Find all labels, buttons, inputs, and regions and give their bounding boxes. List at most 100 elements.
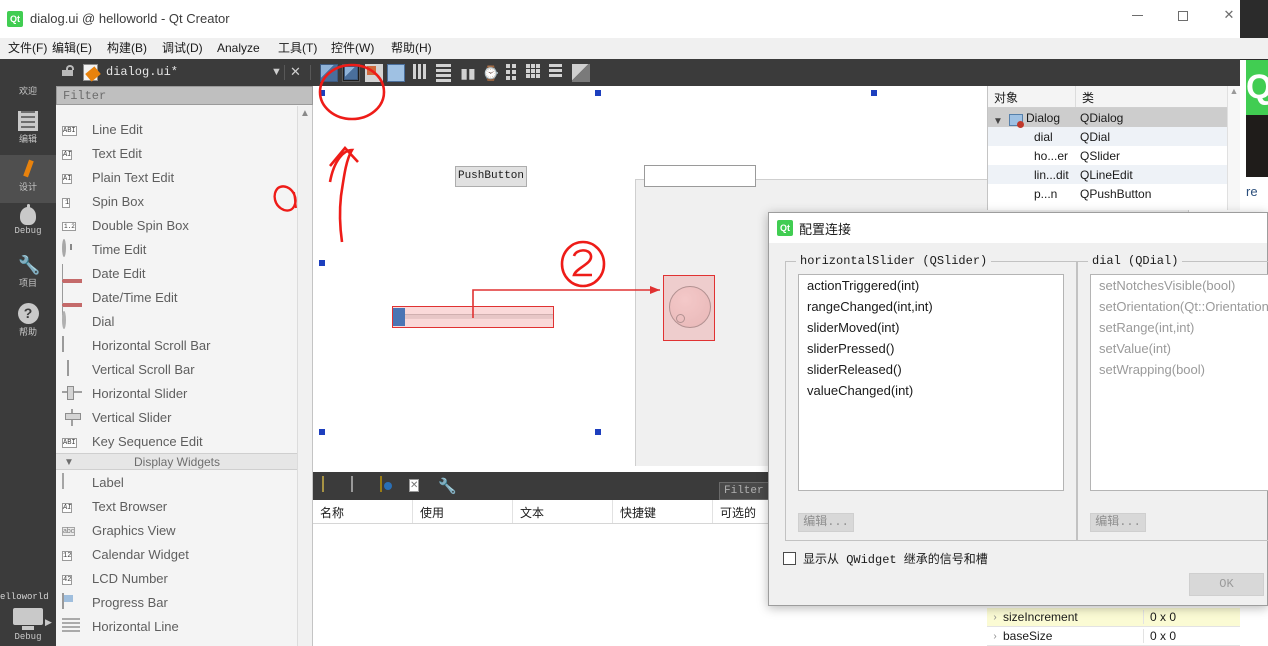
slots-edit-button[interactable]: 编辑... [1090, 513, 1146, 532]
signal-item[interactable]: rangeChanged(int,int) [799, 296, 1063, 317]
selection-handle[interactable] [871, 90, 877, 96]
property-row-basesize[interactable]: › baseSize 0 x 0 [987, 627, 1240, 646]
object-inspector-scrollbar[interactable]: ▲ [1227, 86, 1240, 210]
widget-item-lcd-number[interactable]: 42 LCD Number [56, 566, 298, 590]
slot-item[interactable]: setNotchesVisible(bool) [1091, 275, 1268, 296]
signal-item[interactable]: sliderMoved(int) [799, 317, 1063, 338]
configure-connection-dialog[interactable]: Qt 配置连接 horizontalSlider (QSlider) actio… [768, 212, 1268, 606]
widget-item-dial[interactable]: Dial [56, 309, 298, 333]
edit-action-icon[interactable] [380, 476, 398, 495]
widget-item-spin-box[interactable]: 1 Spin Box [56, 189, 298, 213]
signal-item[interactable]: valueChanged(int) [799, 380, 1063, 401]
selection-handle[interactable] [319, 429, 325, 435]
break-layout-icon[interactable] [549, 64, 567, 82]
edit-signals-slots-icon[interactable] [342, 64, 360, 82]
object-row-pushbutton[interactable]: p...n QPushButton [988, 184, 1240, 203]
menu-debug[interactable]: 调试(D) [156, 40, 209, 57]
property-value[interactable]: 0 x 0 [1143, 629, 1240, 643]
layout-vertically-icon[interactable] [436, 64, 454, 82]
adjust-size-icon[interactable] [572, 64, 590, 82]
object-row-dialog[interactable]: Dialog QDialog [988, 108, 1240, 127]
form-pushbutton[interactable]: PushButton [455, 166, 527, 187]
layout-splitter-horizontal-icon[interactable]: ▮▮ [459, 64, 477, 82]
widget-list[interactable]: ABI Line Edit AI Text Edit AI Plain Text… [56, 106, 298, 646]
edit-widgets-icon[interactable] [320, 64, 338, 82]
menu-edit[interactable]: 编辑(E) [46, 40, 98, 57]
menu-help[interactable]: 帮助(H) [385, 40, 438, 57]
menu-tools[interactable]: 工具(T) [272, 40, 323, 57]
expand-collapse-caret-icon[interactable]: ▼ [993, 116, 1003, 127]
widget-item-label-widget[interactable]: Label [56, 470, 298, 494]
widget-item-progress-bar[interactable]: Progress Bar [56, 590, 298, 614]
signals-edit-button[interactable]: 编辑... [798, 513, 854, 532]
layout-form-icon[interactable] [506, 64, 524, 82]
new-action-icon[interactable] [322, 476, 340, 495]
selection-handle[interactable] [595, 429, 601, 435]
target-selector-icon[interactable] [13, 608, 43, 630]
open-file-name[interactable]: dialog.ui* [106, 65, 178, 79]
expander-icon[interactable]: › [987, 631, 1003, 642]
mode-help[interactable]: ? 帮助 [0, 299, 56, 347]
edit-tab-order-icon[interactable] [387, 64, 405, 82]
close-button[interactable]: ✕ [1206, 0, 1252, 30]
configure-icon[interactable]: 🔧 [438, 477, 457, 495]
widget-item-vertical-slider[interactable]: Vertical Slider [56, 405, 298, 429]
layout-horizontally-icon[interactable] [413, 64, 431, 82]
object-row-slider[interactable]: ho...er QSlider [988, 146, 1240, 165]
widget-item-calendar-widget[interactable]: 12 Calendar Widget [56, 542, 298, 566]
show-inherited-checkbox[interactable] [783, 552, 796, 565]
widget-item-text-browser[interactable]: AI Text Browser [56, 494, 298, 518]
widget-item-double-spin-box[interactable]: 1.2 Double Spin Box [56, 213, 298, 237]
minimize-button[interactable] [1114, 0, 1160, 30]
widget-item-line-edit[interactable]: ABI Line Edit [56, 117, 298, 141]
signals-list[interactable]: actionTriggered(int) rangeChanged(int,in… [798, 274, 1064, 491]
mode-edit[interactable]: 编辑 [0, 107, 56, 155]
slot-item[interactable]: setOrientation(Qt::Orientation) [1091, 296, 1268, 317]
menu-build[interactable]: 构建(B) [101, 40, 153, 57]
widget-item-date-edit[interactable]: Date Edit [56, 261, 298, 298]
show-inherited-checkbox-row[interactable]: 显示从 QWidget 继承的信号和槽 [783, 550, 988, 567]
delete-action-icon[interactable]: ✕ [409, 477, 427, 495]
maximize-button[interactable] [1160, 0, 1206, 30]
layout-splitter-vertical-icon[interactable]: ⌚ [482, 64, 500, 82]
widget-item-horizontal-slider[interactable]: Horizontal Slider [56, 381, 298, 405]
widget-filter-input[interactable]: Filter [56, 86, 313, 105]
action-filter-input[interactable]: Filter [719, 482, 773, 500]
mode-design[interactable]: 设计 [0, 155, 56, 203]
widget-item-plain-text-edit[interactable]: AI Plain Text Edit [56, 165, 298, 189]
slot-item[interactable]: setRange(int,int) [1091, 317, 1268, 338]
signal-item[interactable]: actionTriggered(int) [799, 275, 1063, 296]
selection-handle[interactable] [595, 90, 601, 96]
object-row-lineedit[interactable]: lin...dit QLineEdit [988, 165, 1240, 184]
mode-projects[interactable]: 🔧 项目 [0, 251, 56, 299]
copy-action-icon[interactable] [351, 476, 369, 495]
widget-item-key-sequence-edit[interactable]: ABI Key Sequence Edit [56, 429, 298, 453]
widget-item-horizontal-line[interactable]: Horizontal Line [56, 614, 298, 638]
slots-list[interactable]: setNotchesVisible(bool) setOrientation(Q… [1090, 274, 1268, 491]
property-row-sizeincrement[interactable]: › sizeIncrement 0 x 0 [987, 608, 1240, 627]
signal-item[interactable]: sliderReleased() [799, 359, 1063, 380]
selection-handle[interactable] [319, 90, 325, 96]
widget-item-date-time-edit[interactable]: Date/Time Edit [56, 285, 298, 322]
widget-box-scrollbar[interactable]: ▲ [297, 106, 312, 646]
edit-buddies-icon[interactable] [365, 64, 383, 82]
widget-category-display-widgets[interactable]: ▼ Display Widgets [56, 453, 298, 470]
widget-item-graphics-view[interactable]: abc Graphics View [56, 518, 298, 542]
chevron-up-icon[interactable]: ▲ [298, 106, 312, 122]
slot-item[interactable]: setWrapping(bool) [1091, 359, 1268, 380]
ok-button[interactable]: OK [1189, 573, 1264, 596]
unlocked-icon[interactable] [62, 65, 76, 79]
menu-widgets[interactable]: 控件(W) [325, 40, 380, 57]
close-icon[interactable]: ✕ [290, 64, 301, 80]
mode-welcome[interactable]: 欢迎 [0, 59, 56, 107]
object-row-dial[interactable]: dial QDial [988, 127, 1240, 146]
selection-handle[interactable] [319, 260, 325, 266]
form-lineedit[interactable] [644, 165, 756, 187]
widget-item-horizontal-scroll-bar[interactable]: Horizontal Scroll Bar [56, 333, 298, 357]
menu-analyze[interactable]: Analyze [211, 40, 266, 57]
slot-item[interactable]: setValue(int) [1091, 338, 1268, 359]
signal-item[interactable]: sliderPressed() [799, 338, 1063, 359]
widget-item-vertical-scroll-bar[interactable]: Vertical Scroll Bar [56, 357, 298, 381]
mode-debug[interactable]: Debug [0, 203, 56, 251]
expander-icon[interactable]: › [987, 612, 1003, 623]
